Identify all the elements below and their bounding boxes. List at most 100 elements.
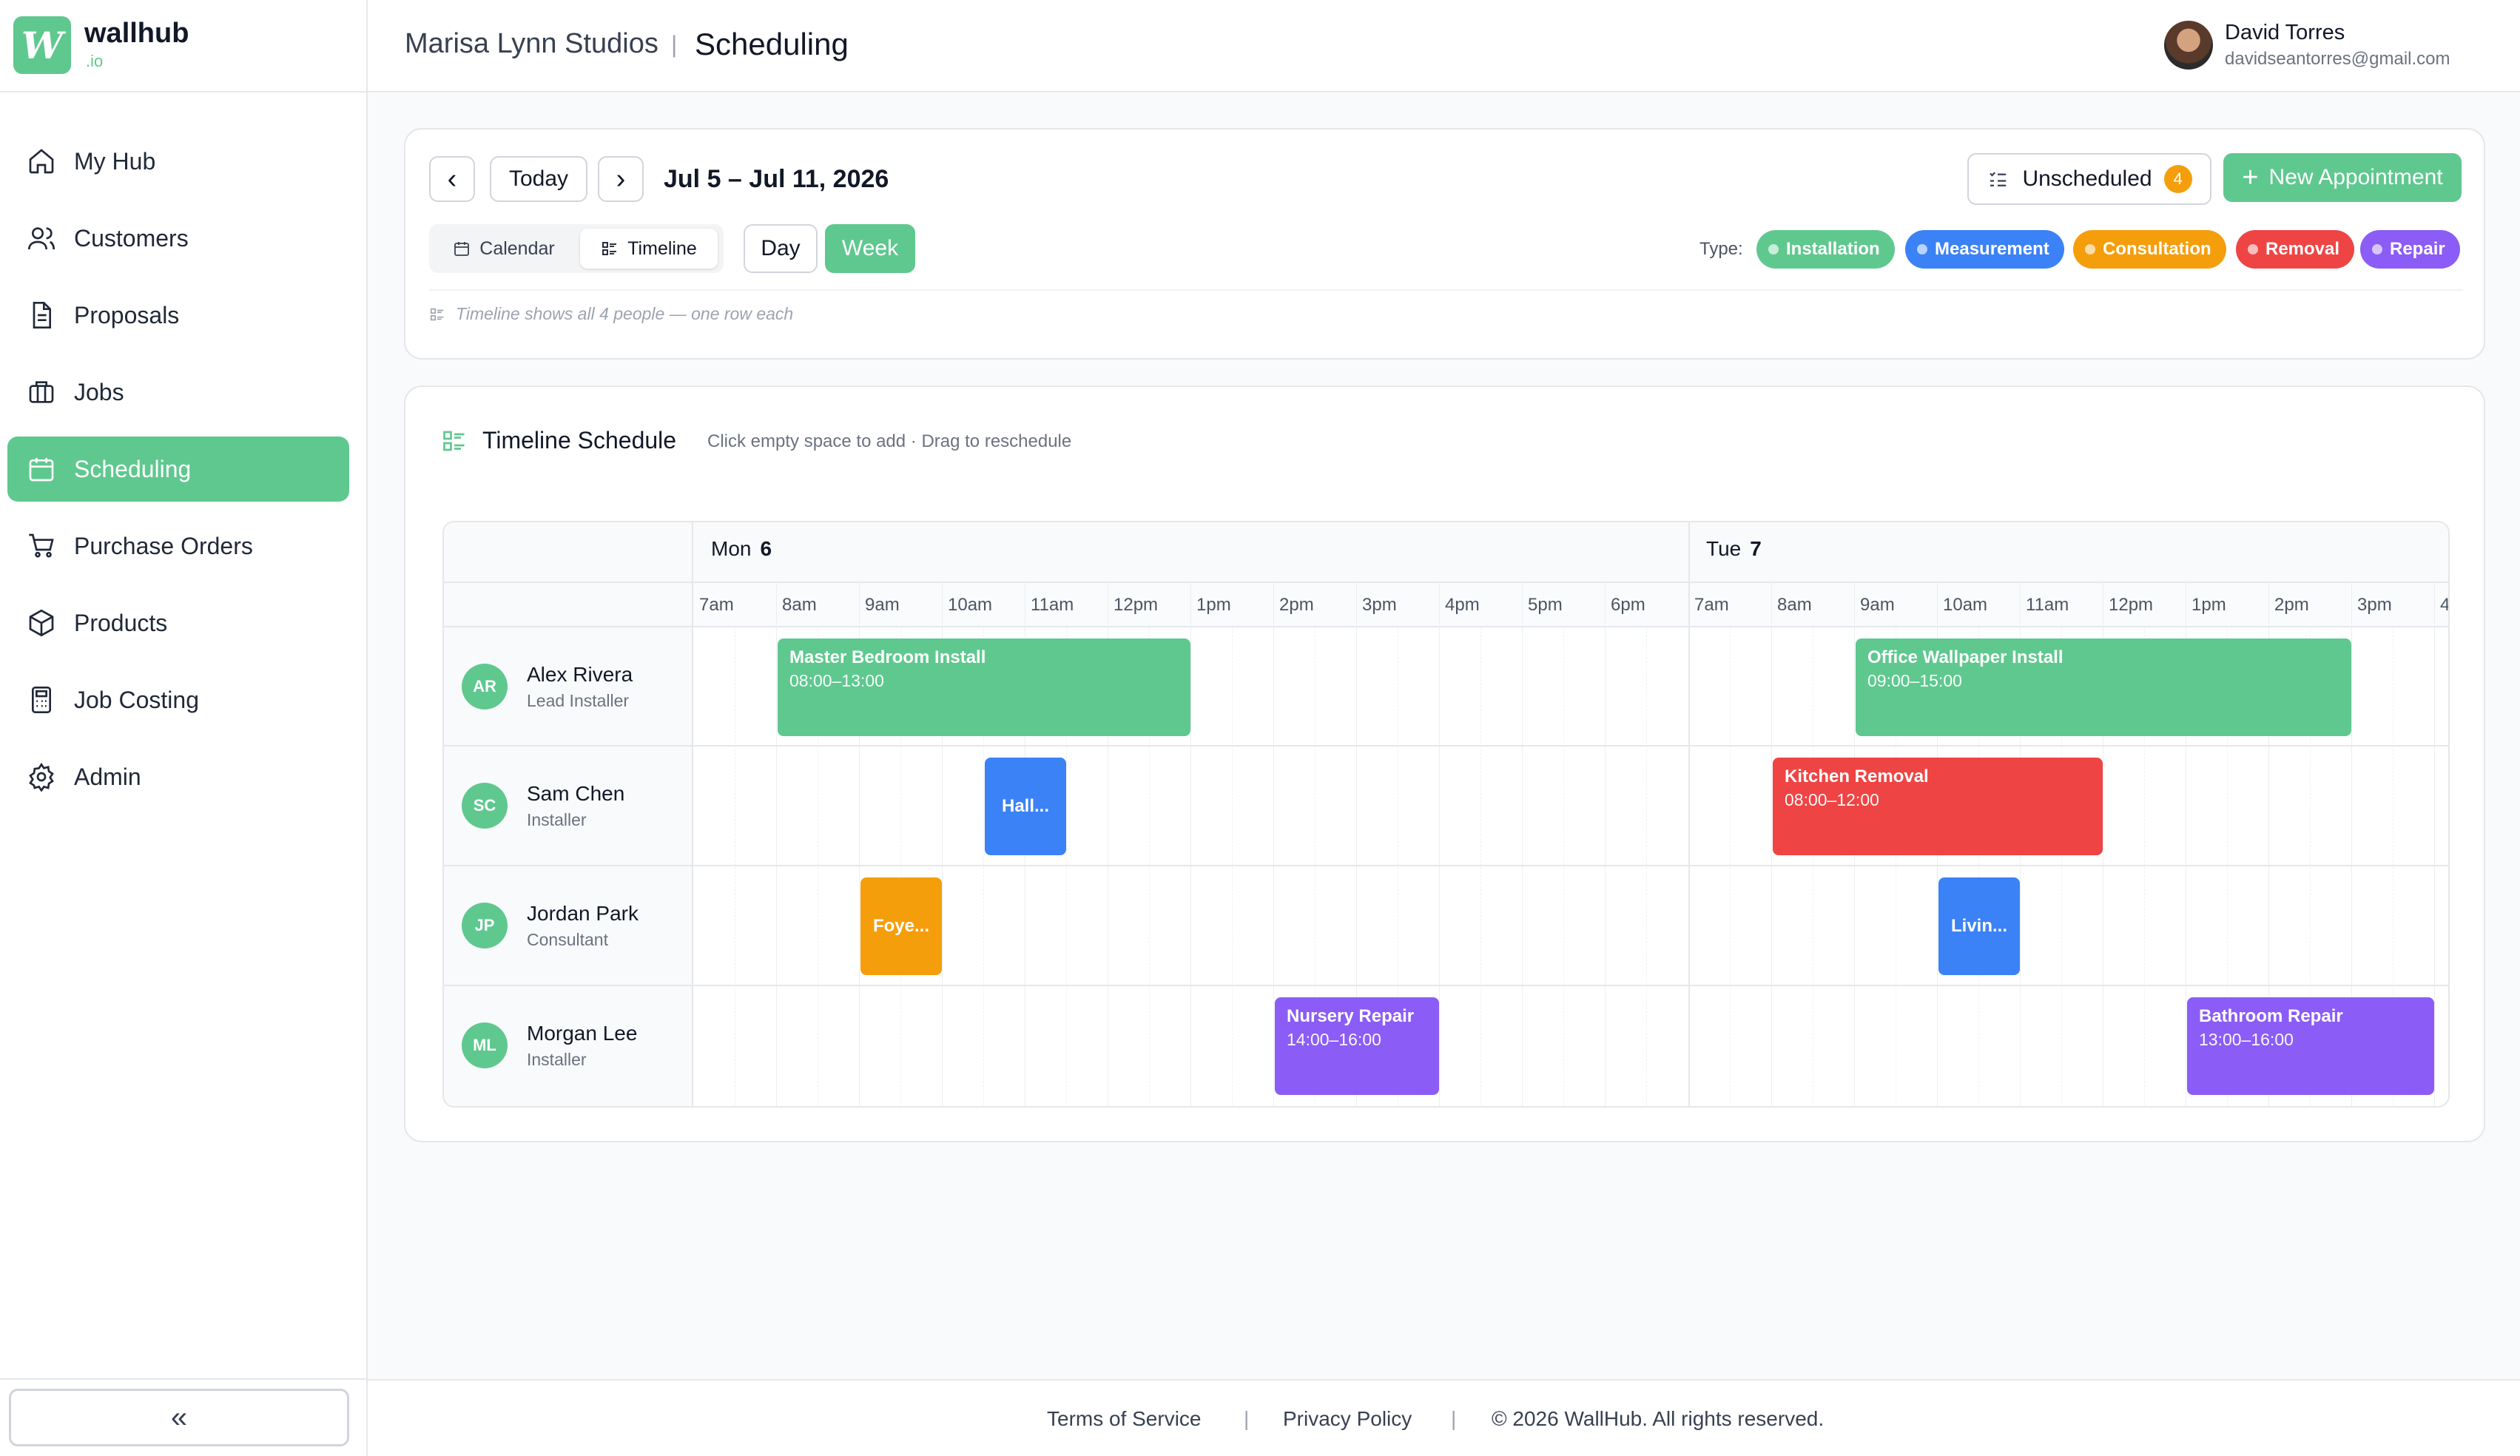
timeline-hint: Timeline shows all 4 people — one row ea… xyxy=(429,304,793,324)
dot-icon xyxy=(2248,244,2258,255)
half-hour-gridline xyxy=(1646,627,1647,1106)
avatar[interactable] xyxy=(2164,21,2213,70)
hour-label: 2pm xyxy=(1279,595,1314,615)
person-row-sam-chen: SC Sam Chen Installer xyxy=(462,746,624,865)
person-name: Alex Rivera xyxy=(527,662,633,686)
timeline-icon xyxy=(443,431,465,451)
appointment-block[interactable]: Hall... xyxy=(985,758,1066,855)
calendar-icon xyxy=(29,458,54,482)
footer: Terms of Service | Privacy Policy | © 20… xyxy=(368,1379,2520,1456)
type-chip-consultation[interactable]: Consultation xyxy=(2073,230,2226,269)
prev-week-button[interactable]: ‹ xyxy=(429,156,475,202)
sidebar-item-customers[interactable]: Customers xyxy=(7,206,349,271)
next-week-button[interactable]: › xyxy=(598,156,644,202)
appointment-title: Foye... xyxy=(872,916,930,936)
sidebar-item-label: Customers xyxy=(74,224,189,252)
new-appointment-button[interactable]: + New Appointment xyxy=(2223,153,2462,202)
divider xyxy=(444,582,693,583)
dot-icon xyxy=(2085,244,2095,255)
today-button[interactable]: Today xyxy=(490,156,587,202)
type-chip-label: Repair xyxy=(2390,239,2445,259)
sidebar-item-admin[interactable]: Admin xyxy=(7,744,349,809)
day-name: Tue xyxy=(1706,537,1742,560)
sidebar-item-label: Job Costing xyxy=(74,686,199,713)
appointment-block[interactable]: Master Bedroom Install 08:00–13:00 xyxy=(778,638,1190,736)
week-range-button[interactable]: Week xyxy=(825,224,915,273)
chevrons-left-icon: « xyxy=(170,1401,188,1434)
appointment-time: 09:00–15:00 xyxy=(1867,671,1962,690)
home-icon xyxy=(29,149,54,174)
terms-link[interactable]: Terms of Service xyxy=(1047,1407,1202,1431)
hour-gridline xyxy=(1605,583,1606,1106)
avatar: JP xyxy=(462,903,508,948)
dot-icon xyxy=(1917,244,1927,255)
type-chip-label: Removal xyxy=(2265,239,2340,259)
timeline-grid[interactable]: Mon 6 Tue 7 7am 8am 9am 10am 11am 12pm 1pm 2pm 3pm… xyxy=(442,521,2450,1108)
timeline-icon xyxy=(430,308,444,320)
brand-name: wallhub xyxy=(84,18,189,49)
timeline-hint-text: Timeline shows all 4 people — one row ea… xyxy=(456,304,794,323)
timeline-title: Timeline Schedule xyxy=(482,427,677,454)
appointment-time: 13:00–16:00 xyxy=(2199,1030,2294,1049)
schedule-toolbar: ‹ Today › Jul 5 – Jul 11, 2026 Calendar … xyxy=(404,128,2485,360)
sidebar-item-my-hub[interactable]: My Hub xyxy=(7,129,349,194)
appointment-time: 08:00–12:00 xyxy=(1785,790,1879,809)
hour-label: 6pm xyxy=(1611,595,1645,615)
brand-tld: .io xyxy=(86,52,104,70)
appointment-block[interactable]: Foye... xyxy=(860,877,942,975)
row-divider xyxy=(444,985,2448,986)
type-chip-installation[interactable]: Installation xyxy=(1756,230,1895,269)
type-chip-repair[interactable]: Repair xyxy=(2360,230,2460,269)
type-chip-measurement[interactable]: Measurement xyxy=(1905,230,2064,269)
unscheduled-button[interactable]: Unscheduled 4 xyxy=(1967,153,2211,205)
appointment-title: Nursery Repair xyxy=(1287,1006,1415,1026)
calendar-view-button[interactable]: Calendar xyxy=(435,229,573,269)
appointment-block[interactable]: Livin... xyxy=(1938,877,2020,975)
chevron-left-icon: ‹ xyxy=(447,163,457,195)
person-name: Morgan Lee xyxy=(527,1021,638,1045)
sidebar-item-label: Proposals xyxy=(74,301,180,328)
sidebar-item-label: Admin xyxy=(74,763,141,790)
hour-gridline xyxy=(776,583,777,1106)
hour-gridline xyxy=(2434,583,2435,1106)
appointment-time: 08:00–13:00 xyxy=(789,671,884,690)
hour-label: 3pm xyxy=(2357,595,2392,615)
day-header-tue: Tue 7 xyxy=(1706,537,1762,561)
sidebar-item-label: Products xyxy=(74,609,168,636)
sidebar-item-label: Jobs xyxy=(74,378,124,405)
appointment-block[interactable]: Office Wallpaper Install 09:00–15:00 xyxy=(1856,638,2351,736)
user-name[interactable]: David Torres xyxy=(2225,21,2345,45)
sidebar-item-label: Purchase Orders xyxy=(74,532,253,559)
timeline-subtitle: Click empty space to add · Drag to resch… xyxy=(707,431,1072,451)
gear-icon xyxy=(29,762,54,792)
day-range-button[interactable]: Day xyxy=(744,224,818,273)
appointment-title: Bathroom Repair xyxy=(2199,1006,2343,1026)
privacy-link[interactable]: Privacy Policy xyxy=(1283,1407,1412,1431)
collapse-sidebar-button[interactable]: « xyxy=(9,1389,349,1446)
person-role: Lead Installer xyxy=(527,690,630,710)
sidebar-item-proposals[interactable]: Proposals xyxy=(7,283,349,348)
calendar-view-label: Calendar xyxy=(479,237,555,259)
timeline-view-label: Timeline xyxy=(627,237,697,259)
hour-label: 10am xyxy=(1943,595,1988,615)
day-header-row xyxy=(693,522,2448,583)
sidebar-item-jobs[interactable]: Jobs xyxy=(7,360,349,425)
hour-label: 8am xyxy=(782,595,817,615)
wallhub-logo-icon[interactable]: W xyxy=(13,16,71,74)
hour-label: 7am xyxy=(699,595,734,615)
sidebar-item-products[interactable]: Products xyxy=(7,590,349,655)
appointment-block[interactable]: Bathroom Repair 13:00–16:00 xyxy=(2187,997,2434,1095)
timeline-view-button[interactable]: Timeline xyxy=(580,229,718,269)
sidebar-item-job-costing[interactable]: Job Costing xyxy=(7,667,349,732)
footer-separator: | xyxy=(1451,1407,1457,1430)
date-range: Jul 5 – Jul 11, 2026 xyxy=(664,165,889,193)
hour-gridline xyxy=(1522,583,1523,1106)
hour-label: 1pm xyxy=(1196,595,1231,615)
sidebar-item-scheduling[interactable]: Scheduling xyxy=(7,437,349,502)
type-chip-removal[interactable]: Removal xyxy=(2236,230,2355,269)
appointment-block[interactable]: Nursery Repair 14:00–16:00 xyxy=(1275,997,1439,1095)
half-hour-gridline xyxy=(1563,627,1564,1106)
sidebar-item-purchase-orders[interactable]: Purchase Orders xyxy=(7,513,349,579)
appointment-block[interactable]: Kitchen Removal 08:00–12:00 xyxy=(1773,758,2103,855)
day-name: Mon xyxy=(711,537,752,560)
